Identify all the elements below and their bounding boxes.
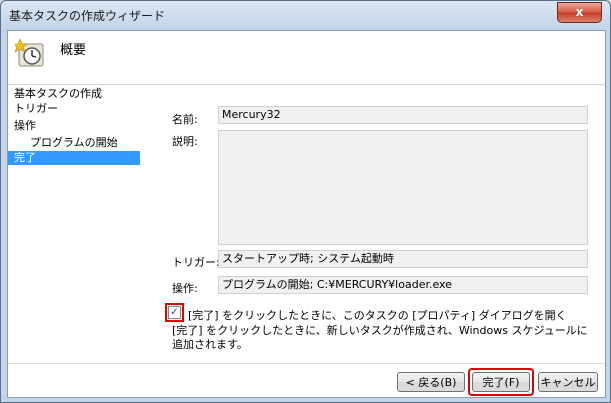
- window-title: 基本タスクの作成ウィザード: [9, 9, 166, 23]
- cancel-button[interactable]: キャンセル: [538, 372, 598, 392]
- open-properties-checkbox[interactable]: ✓: [168, 306, 181, 319]
- action-label: 操作:: [172, 282, 198, 295]
- wizard-window: 基本タスクの作成ウィザード x 概要 基本タスクの作成 トリガー 操作 プログラ…: [0, 0, 611, 403]
- wizard-steps: 基本タスクの作成 トリガー 操作 プログラムの開始 完了: [8, 87, 148, 307]
- trigger-field: スタートアップ時; システム起動時: [218, 250, 588, 268]
- description-field: [218, 130, 588, 245]
- description-label: 説明:: [172, 135, 198, 148]
- title-bar: 基本タスクの作成ウィザード x: [1, 1, 610, 29]
- trigger-label: トリガー:: [172, 256, 220, 269]
- step-action: 操作: [14, 119, 36, 132]
- step-trigger: トリガー: [14, 102, 58, 115]
- finish-button[interactable]: 完了(F): [472, 372, 530, 392]
- task-clock-icon: [15, 38, 44, 67]
- finish-info-text: [完了] をクリックしたときに、新しいタスクが作成され、Windows スケジュ…: [172, 324, 588, 351]
- footer-divider: [8, 363, 605, 364]
- action-field: プログラムの開始; C:¥MERCURY¥loader.exe: [218, 276, 588, 294]
- name-label: 名前:: [172, 113, 198, 126]
- step-start-program: プログラムの開始: [30, 136, 118, 149]
- step-create-basic-task: 基本タスクの作成: [14, 87, 102, 100]
- open-properties-label[interactable]: [完了] をクリックしたときに、このタスクの [プロパティ] ダイアログを開く: [188, 307, 567, 323]
- wizard-content: 概要 基本タスクの作成 トリガー 操作 プログラムの開始 完了 名前: Merc…: [7, 30, 606, 398]
- wizard-header: 概要: [8, 31, 605, 85]
- page-title: 概要: [60, 43, 87, 58]
- back-button[interactable]: < 戻る(B): [397, 372, 465, 392]
- close-button[interactable]: x: [557, 2, 602, 23]
- name-field: Mercury32: [218, 106, 588, 124]
- step-finish: 完了: [8, 151, 140, 165]
